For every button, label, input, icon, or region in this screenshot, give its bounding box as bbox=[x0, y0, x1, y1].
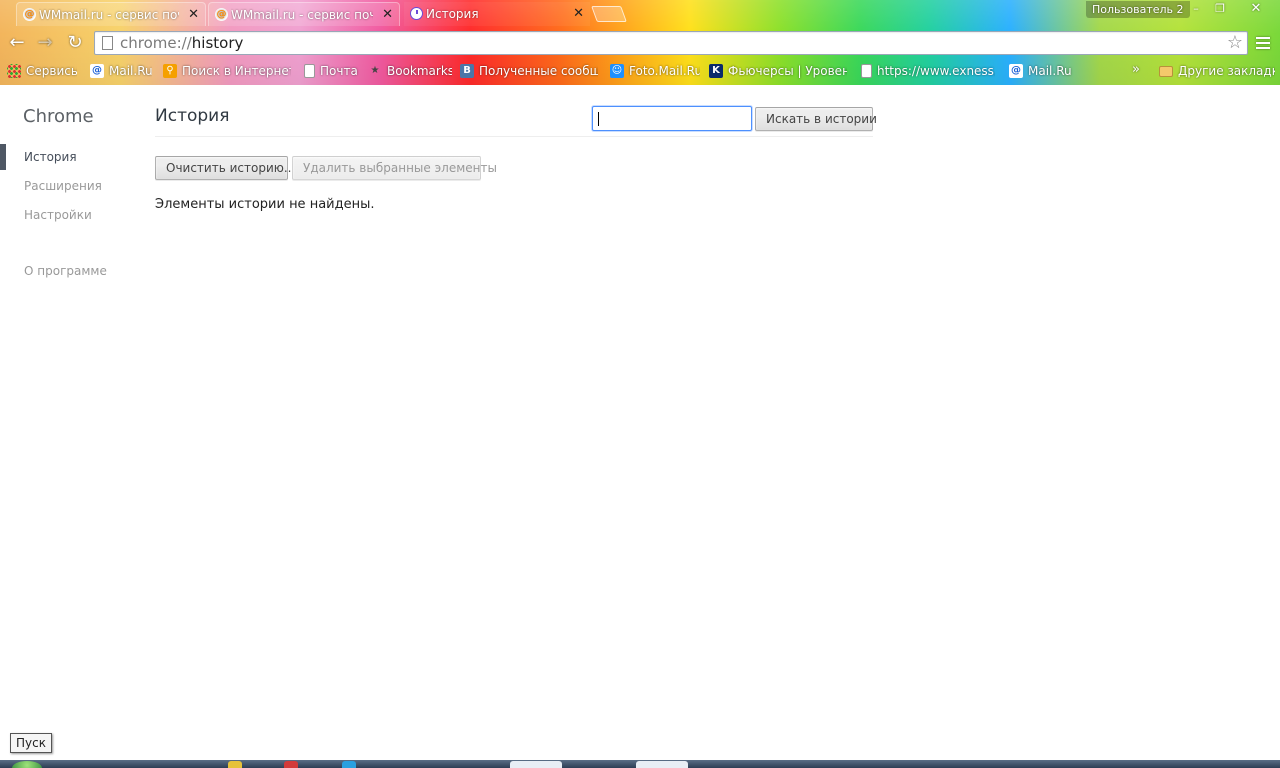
bookmark-services[interactable]: Сервисы bbox=[7, 62, 77, 80]
other-bookmarks[interactable]: Другие закладки bbox=[1159, 62, 1275, 80]
tab-title: WMmail.ru - сервис почт bbox=[231, 7, 373, 22]
window-close-button[interactable]: ✕ bbox=[1236, 0, 1276, 18]
taskbar-app-icon[interactable] bbox=[228, 761, 242, 768]
bookmark-pochta[interactable]: Почта bbox=[304, 62, 360, 80]
history-icon bbox=[410, 7, 423, 20]
url-path: history bbox=[191, 34, 244, 52]
page-icon bbox=[861, 64, 872, 78]
bookmark-bookmarks[interactable]: ★ Bookmarks bbox=[368, 62, 452, 80]
selected-indicator bbox=[0, 144, 6, 170]
tab-wmmail-1[interactable]: @ WMmail.ru - сервис почт ✕ bbox=[16, 2, 206, 26]
sidebar-brand: Chrome bbox=[23, 106, 94, 127]
star-icon: ★ bbox=[370, 65, 380, 76]
bookmark-label: https://www.exness.c bbox=[877, 64, 995, 78]
maximize-button[interactable]: ❐ bbox=[1208, 0, 1232, 18]
text-caret bbox=[598, 112, 599, 126]
close-icon[interactable]: ✕ bbox=[573, 6, 584, 21]
bookmarks-overflow-icon[interactable]: » bbox=[1132, 62, 1140, 77]
clear-history-button[interactable]: Очистить историю... bbox=[155, 156, 295, 180]
start-orb-icon[interactable] bbox=[12, 761, 42, 768]
sidebar-item-extensions[interactable]: Расширения bbox=[24, 179, 102, 193]
bookmark-search[interactable]: ⚲ Поиск в Интернете bbox=[163, 62, 291, 80]
close-icon[interactable]: ✕ bbox=[188, 7, 199, 22]
bookmark-label: Foto.Mail.Ru bbox=[629, 64, 700, 78]
tab-title: WMmail.ru - сервис почт bbox=[39, 7, 179, 22]
address-bar[interactable]: chrome://history ☆ bbox=[94, 31, 1248, 55]
apps-icon bbox=[7, 64, 21, 78]
url-text[interactable]: chrome://history bbox=[120, 34, 243, 52]
bookmark-label: Сервисы bbox=[26, 64, 77, 78]
close-icon[interactable]: ✕ bbox=[382, 7, 393, 22]
tab-history[interactable]: История ✕ bbox=[404, 2, 590, 26]
empty-history-message: Элементы истории не найдены. bbox=[155, 197, 375, 212]
tab-title: История bbox=[426, 7, 479, 21]
bookmark-label: Полученные сообще bbox=[479, 64, 598, 78]
sidebar: Chrome История Расширения Настройки О пр… bbox=[0, 85, 140, 735]
bookmark-label: Другие закладки bbox=[1178, 64, 1275, 78]
tab-wmmail-2[interactable]: @ WMmail.ru - сервис почт ✕ bbox=[208, 2, 400, 26]
reload-button[interactable]: ↻ bbox=[64, 32, 86, 54]
toolbar: ← → ↻ chrome://history ☆ bbox=[0, 28, 1280, 58]
mail-ru-icon: @ bbox=[90, 64, 104, 78]
start-button[interactable]: Пуск bbox=[10, 733, 52, 753]
taskbar-window-button[interactable] bbox=[636, 761, 688, 768]
bookmark-exness[interactable]: https://www.exness.c bbox=[861, 62, 995, 80]
bookmark-mail-ru-2[interactable]: @ Mail.Ru bbox=[1009, 62, 1073, 80]
taskbar-app-icon[interactable] bbox=[284, 761, 298, 768]
page-icon bbox=[304, 64, 315, 78]
bookmark-label: Почта bbox=[320, 64, 358, 78]
taskbar-window-button[interactable] bbox=[510, 761, 562, 768]
mail-ru-icon: @ bbox=[1009, 64, 1023, 78]
forward-button[interactable]: → bbox=[34, 32, 56, 54]
search-history-button[interactable]: Искать в истории bbox=[755, 107, 877, 131]
bookmark-mail-ru[interactable]: @ Mail.Ru bbox=[90, 62, 152, 80]
taskbar bbox=[0, 760, 1280, 768]
sidebar-item-history[interactable]: История bbox=[24, 150, 77, 164]
header-divider bbox=[155, 136, 873, 137]
page-icon bbox=[102, 36, 113, 50]
foto-icon: ☺ bbox=[610, 64, 624, 78]
bookmark-label: Фьючерсы | Уровень bbox=[728, 64, 847, 78]
bookmark-futures[interactable]: K Фьючерсы | Уровень bbox=[709, 62, 847, 80]
new-tab-button[interactable] bbox=[591, 6, 627, 22]
bookmark-label: Mail.Ru bbox=[1028, 64, 1072, 78]
mail-icon: @ bbox=[215, 8, 228, 21]
chrome-menu-icon[interactable] bbox=[1254, 34, 1272, 52]
bookmark-label: Bookmarks bbox=[387, 64, 452, 78]
tab-strip: @ WMmail.ru - сервис почт ✕ @ WMmail.ru … bbox=[0, 0, 1280, 27]
taskbar-app-icon[interactable] bbox=[342, 761, 356, 768]
profile-button[interactable]: Пользователь 2 bbox=[1086, 1, 1190, 18]
folder-icon bbox=[1159, 65, 1173, 77]
bookmark-foto-mail-ru[interactable]: ☺ Foto.Mail.Ru bbox=[610, 62, 700, 80]
url-scheme: chrome:// bbox=[120, 34, 192, 52]
bookmark-star-icon[interactable]: ☆ bbox=[1227, 32, 1243, 53]
history-search-input[interactable] bbox=[592, 106, 752, 131]
bookmark-label: Mail.Ru bbox=[109, 64, 152, 78]
k-icon: K bbox=[709, 64, 723, 78]
remove-selected-button: Удалить выбранные элементы bbox=[292, 156, 497, 180]
page-title: История bbox=[155, 106, 230, 126]
bookmarks-bar: Сервисы @ Mail.Ru ⚲ Поиск в Интернете По… bbox=[0, 59, 1280, 83]
vk-icon: В bbox=[460, 64, 474, 78]
sidebar-item-settings[interactable]: Настройки bbox=[24, 208, 92, 222]
bookmark-label: Поиск в Интернете bbox=[182, 64, 291, 78]
sidebar-item-about[interactable]: О программе bbox=[24, 264, 107, 278]
mail-icon: @ bbox=[23, 8, 36, 21]
minimize-button[interactable]: – bbox=[1184, 0, 1208, 18]
search-icon: ⚲ bbox=[163, 64, 177, 78]
bookmark-vk-messages[interactable]: В Полученные сообще bbox=[460, 62, 598, 80]
back-button[interactable]: ← bbox=[6, 32, 28, 54]
